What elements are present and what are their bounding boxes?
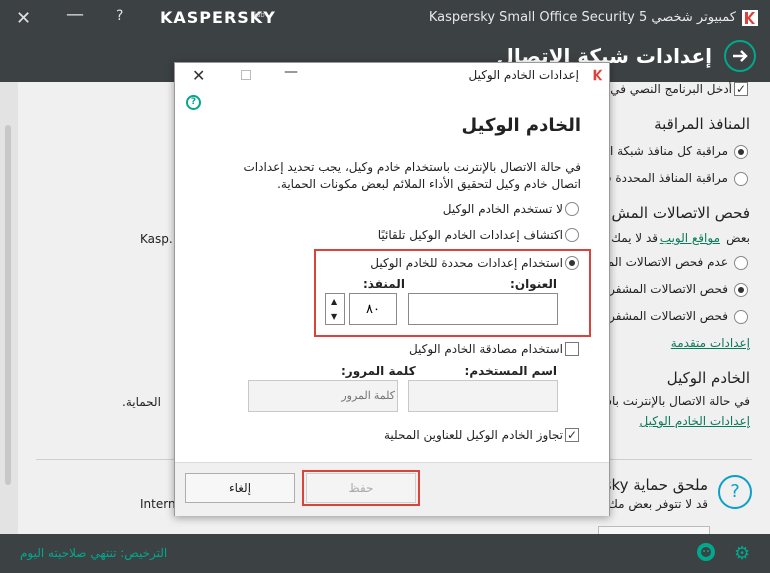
- enc-opt-2-label: فحص الاتصالات المشفرة: [602, 282, 728, 296]
- port-up-icon[interactable]: ▲: [331, 297, 337, 306]
- enc-opt-2-radio[interactable]: [734, 283, 748, 297]
- bypass-local-checkbox[interactable]: ✓: [565, 428, 579, 442]
- cancel-button[interactable]: إلغاء: [185, 473, 295, 503]
- window-title-bar: ✕ — ? KASPERSKY lab Kaspersky Small Offi…: [0, 0, 770, 36]
- window-title: Kaspersky Small Office Security 5 كمبيوت…: [428, 10, 736, 25]
- minimize-icon[interactable]: —: [66, 4, 84, 25]
- no-proxy-label: لا تستخدم الخادم الوكيل: [442, 202, 563, 216]
- enc-opt-1-radio[interactable]: [734, 256, 748, 270]
- proxy-server-heading: الخادم الوكيل: [666, 369, 750, 387]
- port-stepper[interactable]: ▲ ▼: [325, 293, 345, 325]
- auto-detect-label: اكتشاف إعدادات الخادم الوكيل تلقائيًا: [377, 228, 563, 242]
- monitored-ports-heading: المنافذ المراقبة: [654, 115, 750, 133]
- left-fragment-kaspersky: Kasp.: [140, 232, 173, 246]
- dialog-minimize-icon[interactable]: —: [284, 64, 298, 80]
- dialog-heading: الخادم الوكيل: [461, 115, 581, 136]
- dialog-k-icon: [591, 68, 605, 85]
- ports-all-label: مراقبة كل منافذ شبكة الا: [603, 144, 728, 158]
- support-agent-icon[interactable]: [697, 543, 715, 561]
- ports-selected-radio[interactable]: [734, 172, 748, 186]
- help-icon[interactable]: ?: [116, 8, 123, 24]
- auto-detect-radio[interactable]: [565, 228, 579, 242]
- bypass-local-label: تجاوز الخادم الوكيل للعناوين المحلية: [383, 428, 563, 442]
- specific-proxy-radio[interactable]: [565, 256, 579, 270]
- ports-all-radio[interactable]: [734, 145, 748, 159]
- dialog-close-icon[interactable]: ✕: [192, 66, 205, 85]
- proxy-settings-dialog: ✕ — إعدادات الخادم الوكيل ? الخادم الوكي…: [174, 62, 610, 516]
- address-label: العنوان:: [510, 277, 557, 291]
- left-fragment-protection: الحماية.: [122, 395, 161, 409]
- encrypted-desc-prefix: بعض: [726, 231, 750, 245]
- encrypted-scan-heading: فحص الاتصالات المش: [611, 204, 750, 222]
- no-proxy-radio[interactable]: [565, 202, 579, 216]
- encrypted-desc-suffix: قد لا يمك: [611, 231, 658, 245]
- password-input[interactable]: [248, 380, 398, 412]
- license-status[interactable]: الترخيص: تنتهي صلاحيته اليوم: [20, 546, 167, 560]
- bottom-status-bar: ⚙ الترخيص: تنتهي صلاحيته اليوم: [0, 534, 770, 573]
- port-label: المنفذ:: [363, 277, 405, 291]
- password-label: كلمة المرور:: [341, 364, 416, 378]
- settings-gear-icon[interactable]: ⚙: [734, 543, 750, 564]
- specific-proxy-label: استخدام إعدادات محددة للخادم الوكيل: [370, 256, 563, 270]
- plugin-help-icon: ?: [718, 475, 752, 509]
- script-inject-label: أدخل البرنامج النصي في: [610, 82, 732, 96]
- proxy-desc: في حالة الاتصال بالإنترنت باس: [597, 394, 750, 408]
- port-input[interactable]: [349, 293, 397, 325]
- plugin-desc: قد لا تتوفر بعض مك: [607, 497, 708, 511]
- auth-label: استخدام مصادقة الخادم الوكيل: [408, 342, 563, 356]
- script-inject-checkbox[interactable]: ✓: [734, 82, 748, 96]
- enc-opt-3-label: فحص الاتصالات المشفرة: [602, 309, 728, 323]
- dialog-title: إعدادات الخادم الوكيل: [468, 68, 579, 82]
- scrollbar-thumb[interactable]: [5, 125, 11, 485]
- back-arrow-icon[interactable]: [724, 40, 756, 72]
- advanced-settings-link[interactable]: إعدادات متقدمة: [671, 336, 750, 350]
- dialog-help-icon[interactable]: ?: [186, 95, 201, 110]
- address-input[interactable]: [408, 293, 558, 325]
- username-input[interactable]: [408, 380, 558, 412]
- kaspersky-k-icon: [742, 10, 758, 26]
- close-icon[interactable]: ✕: [16, 8, 31, 29]
- dialog-description: في حالة الاتصال بالإنترنت باستخدام خادم …: [243, 160, 582, 191]
- plugin-heading: ملحق حماية sky: [603, 476, 708, 494]
- websites-link[interactable]: مواقع الويب: [660, 231, 720, 245]
- port-down-icon[interactable]: ▼: [331, 312, 337, 321]
- proxy-settings-link[interactable]: إعدادات الخادم الوكيل: [639, 414, 750, 428]
- ports-selected-label: مراقبة المنافذ المحددة فق: [595, 171, 728, 185]
- auth-checkbox[interactable]: [565, 342, 579, 356]
- enc-opt-3-radio[interactable]: [734, 310, 748, 324]
- username-label: اسم المستخدم:: [464, 364, 557, 378]
- dialog-maximize-icon: [241, 70, 251, 80]
- enc-opt-1-label: عدم فحص الاتصالات الم: [606, 255, 728, 269]
- logo-badge: lab: [254, 11, 265, 19]
- dialog-title-bar: ✕ — إعدادات الخادم الوكيل: [175, 63, 609, 89]
- save-button[interactable]: حفظ: [306, 473, 416, 503]
